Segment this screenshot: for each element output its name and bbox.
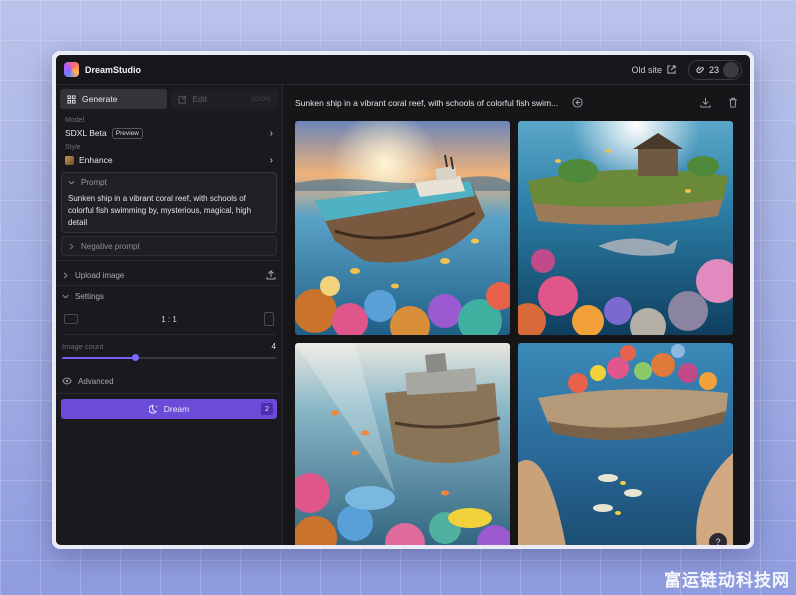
eye-icon (62, 377, 72, 385)
style-label: Style (65, 144, 81, 151)
help-button[interactable]: ? (709, 533, 727, 545)
watermark: 富运链动科技网 (664, 571, 790, 591)
model-select[interactable]: SDXL Beta Preview › (56, 126, 282, 140)
credits-badge[interactable]: 23 (687, 59, 742, 80)
chevron-right-icon (69, 243, 74, 249)
grid-icon (67, 94, 76, 104)
preview-badge: Preview (111, 127, 143, 139)
dream-label: Dream (163, 404, 190, 414)
prompt-input[interactable]: Sunken ship in a vibrant coral reef, wit… (68, 193, 270, 229)
model-value: SDXL Beta (65, 128, 107, 138)
aspect-ratio-value: 1 : 1 (161, 315, 177, 324)
top-bar: DreamStudio Old site 23 (56, 55, 750, 85)
old-site-label: Old site (631, 64, 662, 75)
image-count-label: Image count (62, 342, 104, 351)
tab-edit[interactable]: Edit SOON (170, 89, 278, 109)
settings-toggle[interactable]: Settings (56, 286, 282, 306)
upload-icon[interactable] (266, 270, 276, 280)
avatar[interactable] (723, 61, 739, 78)
style-value: Enhance (79, 155, 113, 165)
dream-button[interactable]: Dream 2 (61, 399, 277, 419)
image-count-row: Image count 4 (56, 342, 282, 351)
style-select[interactable]: Enhance › (56, 153, 282, 167)
divider (62, 334, 276, 335)
slider-fill (62, 357, 135, 359)
negative-prompt-toggle[interactable]: Negative prompt (61, 236, 277, 256)
soon-badge: SOON (250, 95, 270, 103)
chevron-right-icon: › (269, 127, 273, 139)
generated-image-4[interactable]: ? (518, 343, 733, 545)
rewind-icon[interactable] (572, 97, 583, 108)
trash-icon[interactable] (728, 97, 738, 108)
image-count-slider[interactable] (62, 353, 276, 363)
prompt-label: Prompt (81, 178, 107, 187)
dream-count-badge: 2 (261, 403, 273, 415)
mode-tabs: Generate Edit SOON (56, 85, 282, 111)
advanced-label: Advanced (78, 376, 114, 386)
chevron-right-icon: › (269, 154, 273, 166)
moon-sparkle-icon (148, 404, 158, 414)
negative-prompt-label: Negative prompt (81, 241, 140, 251)
portrait-ratio-icon[interactable] (264, 312, 274, 326)
sidebar: Generate Edit SOON Model SDXL Beta Previ… (56, 85, 283, 545)
prompt-panel[interactable]: Prompt Sunken ship in a vibrant coral re… (61, 172, 277, 233)
results-header: Sunken ship in a vibrant coral reef, wit… (283, 85, 750, 120)
generated-image-3[interactable] (295, 343, 510, 545)
settings-label: Settings (75, 291, 104, 301)
tab-edit-label: Edit (192, 94, 208, 104)
advanced-toggle[interactable]: Advanced (56, 371, 282, 391)
chevron-down-icon (68, 180, 75, 185)
edit-icon (177, 95, 186, 104)
chevron-right-icon (63, 272, 68, 278)
brand-name: DreamStudio (85, 64, 142, 75)
model-label: Model (65, 117, 85, 124)
tab-generate-label: Generate (82, 94, 118, 104)
credits-count: 23 (708, 64, 719, 75)
generated-image-2[interactable] (518, 121, 733, 335)
dreamstudio-app: DreamStudio Old site 23 Generate Edit SO… (56, 55, 750, 545)
upload-image-row[interactable]: Upload image (56, 265, 282, 285)
slider-thumb[interactable] (131, 354, 139, 361)
image-grid: ? (295, 121, 733, 545)
old-site-link[interactable]: Old site (631, 65, 676, 75)
result-prompt-title: Sunken ship in a vibrant coral reef, wit… (295, 97, 559, 108)
divider (56, 260, 282, 261)
image-count-value: 4 (271, 342, 276, 351)
chevron-down-icon (62, 294, 69, 298)
paperclip-icon (696, 66, 704, 74)
generated-image-1[interactable] (295, 121, 510, 335)
main-panel: Sunken ship in a vibrant coral reef, wit… (283, 85, 750, 545)
style-thumbnail (65, 155, 74, 165)
divider (56, 393, 282, 394)
aspect-ratio-control[interactable]: 1 : 1 (62, 306, 276, 336)
app-window: DreamStudio Old site 23 Generate Edit SO… (52, 51, 754, 549)
tab-generate[interactable]: Generate (60, 89, 167, 109)
download-icon[interactable] (700, 97, 711, 108)
prompt-header[interactable]: Prompt (68, 178, 270, 187)
dreamstudio-logo-icon (64, 62, 79, 77)
upload-image-label: Upload image (75, 270, 125, 280)
external-link-icon (667, 65, 676, 74)
